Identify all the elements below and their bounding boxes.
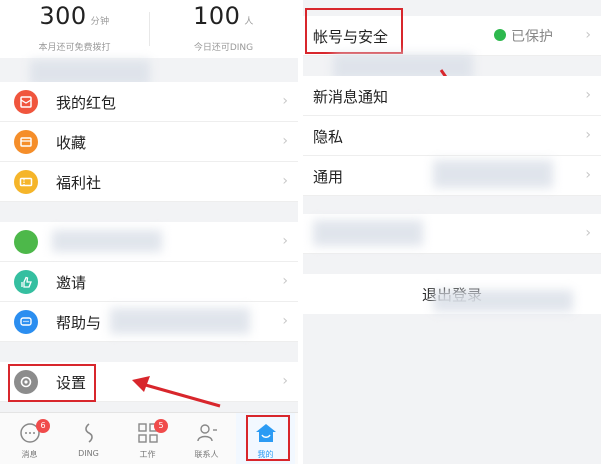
- help-icon: [14, 310, 38, 334]
- account-security-highlight-box: [305, 8, 403, 54]
- box-glyph: [20, 137, 32, 147]
- tab-label: 联系人: [194, 450, 219, 459]
- envelope-glyph: [20, 96, 32, 108]
- chevron-right-icon: ›: [585, 225, 591, 241]
- blurred-content: [110, 308, 250, 334]
- ding-icon: [85, 423, 93, 443]
- menu-item-red-packet[interactable]: 我的红包 ›: [0, 82, 298, 122]
- general-label: 通用: [313, 168, 344, 186]
- blurred-content: [433, 290, 573, 312]
- chevron-right-icon: ›: [282, 313, 288, 329]
- ding-remaining-caption: 今日还可DING: [193, 43, 254, 53]
- ding-remaining-stat[interactable]: 100 人 今日还可DING: [149, 0, 298, 58]
- chevron-right-icon: ›: [282, 133, 288, 149]
- blurred-row[interactable]: ›: [303, 214, 601, 254]
- chevron-right-icon: ›: [282, 233, 288, 249]
- free-minutes-stat[interactable]: 300 分钟 本月还可免费拨打: [0, 0, 149, 58]
- red-packet-icon: [14, 90, 38, 114]
- blurred-item-icon: [14, 230, 38, 254]
- menu-item-label: 收藏: [56, 134, 87, 152]
- unread-badge: 5: [154, 419, 168, 433]
- benefits-icon: [14, 170, 38, 194]
- thumbs-up-glyph: [21, 276, 32, 288]
- favorites-icon: [14, 130, 38, 154]
- tab-contacts[interactable]: 联系人: [177, 413, 236, 464]
- menu-item-label: 帮助与: [56, 314, 102, 332]
- general-row[interactable]: 通用 ›: [303, 156, 601, 196]
- chevron-right-icon: ›: [585, 27, 591, 43]
- chevron-right-icon: ›: [282, 93, 288, 109]
- menu-item-help[interactable]: 帮助与 ›: [0, 302, 298, 342]
- free-minutes-caption: 本月还可免费拨打: [38, 43, 111, 53]
- profile-panel: 300 分钟 本月还可免费拨打 100 人 今日还可DING 我的红包 › 收藏 ›…: [0, 0, 298, 464]
- menu-item-blurred[interactable]: ›: [0, 222, 298, 262]
- contacts-icon: [197, 424, 217, 442]
- chevron-right-icon: ›: [282, 273, 288, 289]
- me-tab-highlight-box: [246, 415, 290, 461]
- chevron-right-icon: ›: [585, 127, 591, 143]
- chevron-right-icon: ›: [282, 173, 288, 189]
- tab-work[interactable]: 5 工作: [118, 413, 177, 464]
- chevron-right-icon: ›: [282, 373, 288, 389]
- tab-messages[interactable]: 6 消息: [0, 413, 59, 464]
- settings-panel: 帐号与安全 已保护 › 新消息通知 › 隐私 › 通用 › › 退出登录: [303, 0, 601, 464]
- menu-item-favorites[interactable]: 收藏 ›: [0, 122, 298, 162]
- new-message-notice-row[interactable]: 新消息通知 ›: [303, 76, 601, 116]
- privacy-row[interactable]: 隐私 ›: [303, 116, 601, 156]
- blurred-content: [433, 160, 553, 188]
- annotation-arrow-icon: [132, 376, 221, 408]
- tab-label: DING: [78, 449, 99, 458]
- menu-item-invite[interactable]: 邀请 ›: [0, 262, 298, 302]
- stats-header: 300 分钟 本月还可免费拨打 100 人 今日还可DING: [0, 0, 298, 58]
- menu-item-label: 福利社: [56, 174, 102, 192]
- new-message-notice-label: 新消息通知: [313, 88, 389, 106]
- lock-icon: [494, 29, 506, 41]
- chevron-right-icon: ›: [585, 87, 591, 103]
- menu-item-label: 我的红包: [56, 94, 117, 112]
- tab-label: 工作: [139, 450, 156, 459]
- tab-ding[interactable]: DING: [59, 413, 118, 464]
- menu-item-label: 邀请: [56, 274, 87, 292]
- blurred-content: [52, 230, 162, 252]
- privacy-label: 隐私: [313, 128, 344, 146]
- settings-highlight-box: [8, 364, 96, 402]
- chat-bubble-glyph: [20, 317, 32, 326]
- unread-badge: 6: [36, 419, 50, 433]
- menu-item-benefits[interactable]: 福利社 ›: [0, 162, 298, 202]
- blurred-content: [313, 220, 423, 246]
- invite-icon: [14, 270, 38, 294]
- chevron-right-icon: ›: [585, 167, 591, 183]
- tab-label: 消息: [21, 450, 38, 459]
- ticket-glyph: [19, 177, 33, 187]
- free-minutes-value: 300 分钟: [39, 2, 110, 30]
- protection-status: 已保护: [511, 29, 553, 45]
- ding-remaining-value: 100 人: [193, 2, 254, 30]
